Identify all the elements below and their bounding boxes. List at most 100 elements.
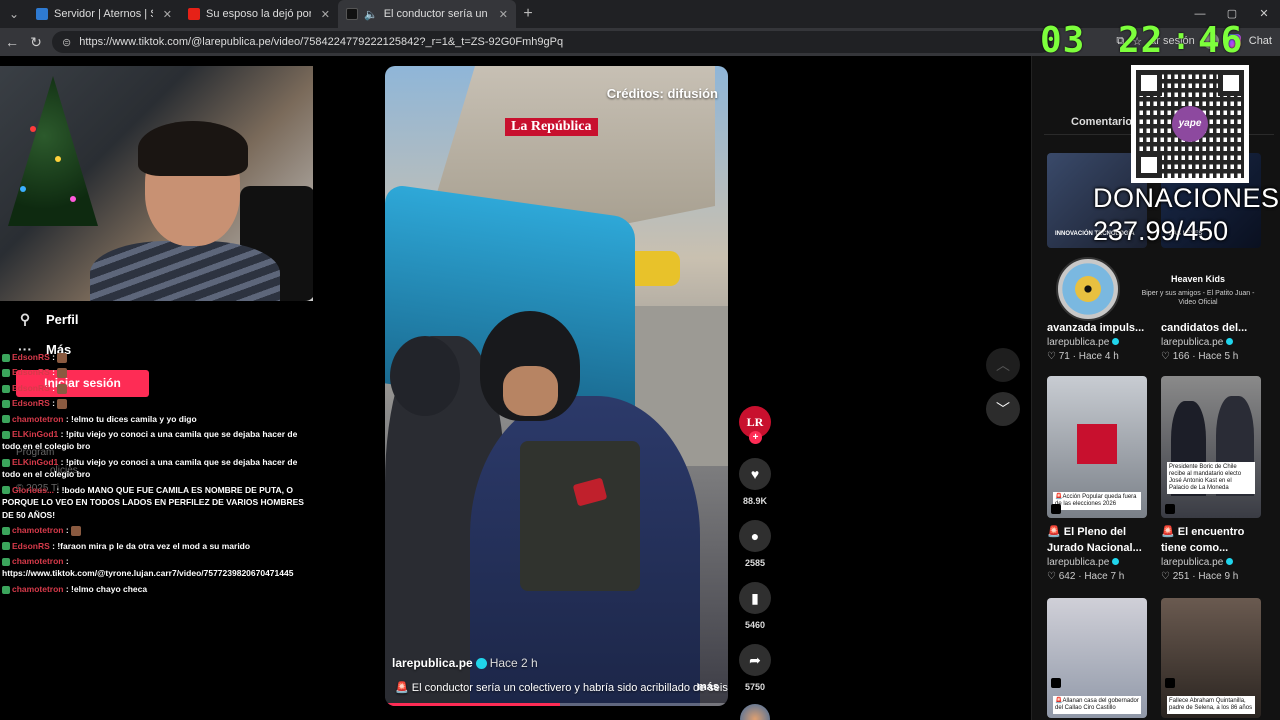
like-count: 88.9K — [742, 496, 768, 506]
tab-comentarios[interactable]: Comentarios — [1071, 116, 1138, 128]
chat-username[interactable]: chamotetron — [12, 584, 63, 594]
verified-icon — [475, 658, 487, 670]
comment-icon: ● — [739, 520, 771, 552]
chat-message: ELKinGod1 : !pitu viejo yo conoci a una … — [2, 456, 298, 480]
share-button[interactable]: ➦ 5750 — [738, 644, 772, 692]
close-tab-icon[interactable]: ✕ — [499, 8, 508, 21]
sidebar-item-perfil[interactable]: ⚲ Perfil — [18, 304, 79, 334]
video-progress-fill — [385, 703, 560, 706]
close-window-icon[interactable]: ✕ — [1248, 0, 1280, 28]
video-author[interactable]: larepublica.pe Hace 2 h — [392, 656, 538, 670]
chat-message: EdsonRS : !faraon mira p le da otra vez … — [2, 540, 314, 553]
chat-message: chamotetron : !elmo chayo checa — [2, 583, 314, 596]
clock-hours: 03 — [1040, 20, 1086, 61]
chat-message: ELKinGod1 : !pitu viejo yo conoci a una … — [2, 428, 298, 452]
tab-youtube[interactable]: Su esposo la dejó por pobre, sin im ✕ — [180, 0, 338, 28]
bookmark-icon: ▮ — [739, 582, 771, 614]
browser-toolbar: ← ↻ ⊜ https://www.tiktok.com/@larepublic… — [0, 28, 1280, 56]
chat-username[interactable]: EdsonRS — [12, 352, 50, 362]
chat-button[interactable]: Chat — [1249, 35, 1272, 47]
brand-logo: La República — [505, 118, 598, 136]
comment-button[interactable]: ● 2585 — [738, 520, 772, 568]
save-button[interactable]: ▮ 5460 — [738, 582, 772, 630]
chat-username[interactable]: chamotetron — [12, 556, 63, 566]
tree-light — [20, 186, 26, 192]
chat-username[interactable]: chamotetron — [12, 414, 63, 424]
chat-text: https://www.tiktok.com/@tyrone.lujan.car… — [2, 568, 294, 579]
tab-search-icon[interactable]: ⌄ — [0, 0, 28, 28]
video-thumbnail: Fallece Abraham Quintanilla, padre de Se… — [1161, 598, 1261, 718]
share-icon: ➦ — [739, 644, 771, 676]
verified-icon — [1112, 558, 1120, 565]
chat-username[interactable]: EdsonRS — [12, 367, 50, 377]
streamer — [90, 121, 280, 301]
tiktok-logo-icon — [1051, 678, 1061, 688]
back-icon[interactable]: ← — [0, 34, 24, 50]
reload-icon[interactable]: ↻ — [24, 34, 48, 51]
tab-tiktok[interactable]: 🔈 El conductor sería un cole ✕ — [338, 0, 516, 28]
next-video-button[interactable]: ﹀ — [986, 392, 1020, 426]
url-text: https://www.tiktok.com/@larepublica.pe/v… — [79, 36, 564, 48]
chat-username[interactable]: EdsonRS — [12, 398, 50, 408]
chat-username[interactable]: chamotetron — [12, 525, 63, 535]
heart-icon: ♥ — [739, 458, 771, 490]
video-caption: 🚨 El conductor sería un colectivero y ha… — [395, 682, 728, 694]
webcam-overlay — [0, 66, 313, 301]
chat-badge-icon — [2, 430, 10, 439]
chat-username[interactable]: ELKinGod1 — [12, 457, 58, 467]
video-thumbnail: 🚨Allanan casa del gobernador del Callao … — [1047, 598, 1147, 718]
like-button[interactable]: ♥ 88.9K — [738, 458, 772, 506]
donations-title: DONACIONES — [1093, 183, 1280, 213]
chat-badge-icon — [2, 384, 10, 393]
video-thumbnail: Presidente Boric de Chile recibe al mand… — [1161, 376, 1261, 518]
chat-badge-icon — [2, 585, 10, 594]
youtube-favicon-icon — [188, 8, 200, 20]
verified-icon — [1226, 338, 1234, 345]
yape-logo: yape — [1172, 106, 1208, 142]
chat-badge-icon — [2, 415, 10, 424]
url-bar[interactable]: ⊜ https://www.tiktok.com/@larepublica.pe… — [52, 31, 1052, 53]
clock-minutes: 22 — [1118, 20, 1164, 61]
action-column: LR + ♥ 88.9K ● 2585 ▮ 5460 ➦ 5750 — [738, 406, 772, 720]
video-progress-bar[interactable] — [385, 703, 728, 706]
speaker-icon[interactable]: 🔈 — [364, 8, 378, 21]
related-video-card[interactable]: 🚨Acción Popular queda fuera de las elecc… — [1047, 376, 1149, 582]
video-credit: Créditos: difusión — [606, 86, 718, 101]
tiktok-logo-icon — [1051, 504, 1061, 514]
chat-message: Glorious... : !bodo MANO QUE FUE CAMILA … — [2, 484, 304, 520]
site-info-icon[interactable]: ⊜ — [62, 36, 71, 49]
christmas-tree — [8, 76, 98, 226]
close-tab-icon[interactable]: ✕ — [321, 8, 330, 21]
chat-badge-icon — [2, 369, 10, 378]
related-video-card[interactable]: Presidente Boric de Chile recibe al mand… — [1161, 376, 1263, 582]
creator-avatar[interactable]: LR + — [739, 406, 771, 444]
clock-colon: : — [1172, 22, 1192, 57]
share-count: 5750 — [744, 682, 766, 692]
chat-emote-icon — [57, 383, 68, 394]
chat-badge-icon — [2, 486, 10, 495]
chat-text: !faraon mira p le da otra vez el mod a s… — [57, 540, 251, 551]
clock-seconds: 46 — [1198, 20, 1244, 61]
chat-message: chamotetron : !elmo tu dices camila y yo… — [2, 413, 314, 426]
close-tab-icon[interactable]: ✕ — [163, 8, 172, 21]
chat-badge-icon — [2, 526, 10, 535]
tab-aternos[interactable]: Servidor | Aternos | Servidor de M ✕ — [28, 0, 180, 28]
chat-username[interactable]: Glorious... — [12, 485, 54, 495]
person-icon: ⚲ — [19, 310, 31, 327]
video-player[interactable]: Créditos: difusión La República larepubl… — [385, 66, 728, 706]
music-disc-icon[interactable] — [740, 704, 770, 720]
new-tab-button[interactable]: + — [516, 5, 540, 23]
related-video-card[interactable]: Fallece Abraham Quintanilla, padre de Se… — [1161, 598, 1263, 718]
save-count: 5460 — [744, 620, 766, 630]
video-thumbnail: 🚨Acción Popular queda fuera de las elecc… — [1047, 376, 1147, 518]
stream-chat: EdsonRS : EdsonRS : EdsonRS : EdsonRS : … — [2, 351, 314, 598]
chat-message: EdsonRS : — [2, 382, 314, 395]
chat-username[interactable]: ELKinGod1 — [12, 429, 58, 439]
chat-username[interactable]: EdsonRS — [12, 383, 50, 393]
previous-video-button[interactable]: ︿ — [986, 348, 1020, 382]
chat-username[interactable]: EdsonRS — [12, 541, 50, 551]
caption-more-link[interactable]: más — [697, 681, 719, 693]
related-video-card[interactable]: 🚨Allanan casa del gobernador del Callao … — [1047, 598, 1149, 718]
follow-plus-icon[interactable]: + — [749, 431, 762, 444]
donation-qr-code: yape — [1131, 65, 1249, 183]
